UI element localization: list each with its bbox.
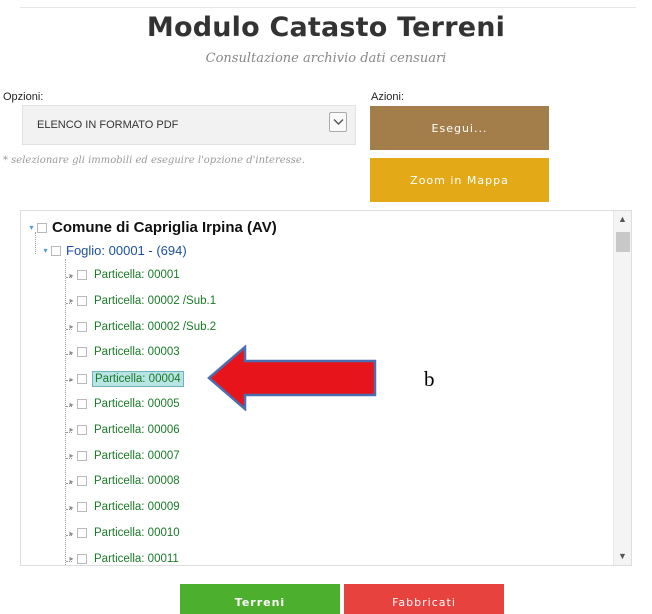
terreni-button[interactable]: Terreni bbox=[180, 584, 340, 614]
expand-toggle-icon[interactable]: ▾ bbox=[27, 223, 36, 232]
checkbox[interactable] bbox=[77, 553, 87, 564]
particella-label: Particella: 00009 bbox=[94, 501, 180, 514]
particella-label: Particella: 00002 /Sub.1 bbox=[94, 294, 217, 307]
chevron-down-icon[interactable] bbox=[329, 112, 347, 132]
expand-toggle-icon[interactable]: ▸ bbox=[67, 477, 76, 486]
expand-toggle-icon[interactable]: ▸ bbox=[67, 296, 76, 305]
checkbox[interactable] bbox=[77, 374, 87, 385]
particella-label: Particella: 00005 bbox=[94, 398, 180, 410]
selected-particella-label: Particella: 00004 bbox=[92, 371, 184, 388]
tree-node-particella[interactable]: ▸ Particella: 00003 bbox=[67, 345, 182, 359]
annotation-marker: b bbox=[424, 367, 435, 391]
expand-toggle-icon[interactable]: ▸ bbox=[67, 375, 76, 384]
tree-node-particella[interactable]: ▸ Particella: 00002 /Sub.2 bbox=[67, 320, 218, 334]
expand-toggle-icon[interactable]: ▸ bbox=[67, 529, 76, 538]
page-subtitle: Consultazione archivio dati censuari bbox=[205, 51, 447, 66]
particella-label: Particella: 00002 /Sub.2 bbox=[94, 320, 217, 333]
particella-label: Particella: 00007 bbox=[94, 449, 180, 462]
checkbox[interactable] bbox=[77, 270, 87, 280]
checkbox[interactable] bbox=[51, 245, 61, 256]
particella-label: Particella: 00001 bbox=[94, 269, 180, 281]
options-select-value: ELENCO IN FORMATO PDF bbox=[37, 119, 179, 131]
tree-node-particella[interactable]: ▸ Particella: 00006 bbox=[67, 423, 182, 437]
expand-toggle-icon[interactable]: ▸ bbox=[67, 451, 76, 460]
expand-toggle-icon[interactable]: ▸ bbox=[67, 348, 76, 357]
checkbox[interactable] bbox=[77, 476, 87, 487]
page-title: Modulo Catasto Terreni bbox=[146, 12, 506, 43]
top-divider bbox=[20, 7, 636, 8]
particella-label: Particella: 00010 bbox=[94, 527, 180, 539]
tree-node-particella[interactable]: ▸ Particella: 00009 bbox=[67, 500, 182, 514]
checkbox[interactable] bbox=[77, 424, 87, 435]
red-arrow-annotation bbox=[207, 345, 377, 411]
particella-label: Particella: 00011 bbox=[94, 552, 179, 565]
particella-label: Particella: 00003 bbox=[94, 346, 180, 359]
expand-toggle-icon[interactable]: ▸ bbox=[67, 554, 76, 563]
tree-guide-line bbox=[65, 259, 66, 565]
options-label: Opzioni: bbox=[3, 91, 44, 103]
fabbricati-button[interactable]: Fabbricati bbox=[344, 584, 504, 614]
options-select[interactable]: ELENCO IN FORMATO PDF bbox=[22, 105, 356, 145]
particella-label: Particella: 00006 bbox=[94, 423, 180, 436]
checkbox[interactable] bbox=[77, 321, 87, 332]
tree-node-particella[interactable]: ▸ Particella: 00001 bbox=[67, 268, 182, 282]
checkbox[interactable] bbox=[77, 399, 87, 409]
checkbox[interactable] bbox=[77, 528, 87, 538]
particella-label: Particella: 00008 bbox=[94, 475, 180, 488]
expand-toggle-icon[interactable]: ▸ bbox=[67, 322, 76, 331]
tree-node-particella[interactable]: ▸ Particella: 00007 bbox=[67, 449, 182, 463]
checkbox[interactable] bbox=[77, 347, 87, 358]
scroll-down-icon[interactable]: ▼ bbox=[618, 551, 627, 561]
scroll-up-icon[interactable]: ▲ bbox=[618, 214, 627, 224]
root-node-label: Comune di Capriglia Irpina (AV) bbox=[52, 219, 277, 236]
expand-toggle-icon[interactable]: ▸ bbox=[67, 271, 76, 280]
tree-node-foglio[interactable]: ▾ Foglio: 00001 - (694) bbox=[41, 243, 187, 258]
checkbox[interactable] bbox=[77, 295, 87, 306]
tree-node-particella[interactable]: ▸ Particella: 00011 bbox=[67, 552, 181, 565]
tree-node-particella[interactable]: ▸ Particella: 00002 /Sub.1 bbox=[67, 294, 218, 308]
selection-hint: * selezionare gli immobili ed eseguire l… bbox=[3, 155, 306, 166]
actions-label: Azioni: bbox=[371, 91, 405, 103]
checkbox[interactable] bbox=[77, 450, 87, 461]
tree-node-root[interactable]: ▾ Comune di Capriglia Irpina (AV) bbox=[27, 219, 277, 236]
expand-toggle-icon[interactable]: ▸ bbox=[67, 400, 76, 409]
tree-node-particella[interactable]: ▸ Particella: 00008 bbox=[67, 474, 182, 488]
tree-node-particella[interactable]: ▸ Particella: 00004 bbox=[67, 371, 184, 388]
expand-toggle-icon[interactable]: ▾ bbox=[41, 246, 50, 255]
esegui-button[interactable]: Esegui... bbox=[370, 106, 549, 150]
zoom-in-mappa-button[interactable]: Zoom in Mappa bbox=[370, 158, 549, 202]
tree-scrollbar[interactable]: ▲ ▼ bbox=[613, 211, 631, 565]
tree-node-particella[interactable]: ▸ Particella: 00010 bbox=[67, 526, 182, 540]
expand-toggle-icon[interactable]: ▸ bbox=[67, 425, 76, 434]
checkbox[interactable] bbox=[37, 222, 47, 233]
scrollbar-thumb[interactable] bbox=[616, 232, 630, 252]
tree-node-particella[interactable]: ▸ Particella: 00005 bbox=[67, 397, 182, 411]
expand-toggle-icon[interactable]: ▸ bbox=[67, 503, 76, 512]
foglio-node-label: Foglio: 00001 - (694) bbox=[66, 243, 187, 258]
checkbox[interactable] bbox=[77, 502, 87, 513]
